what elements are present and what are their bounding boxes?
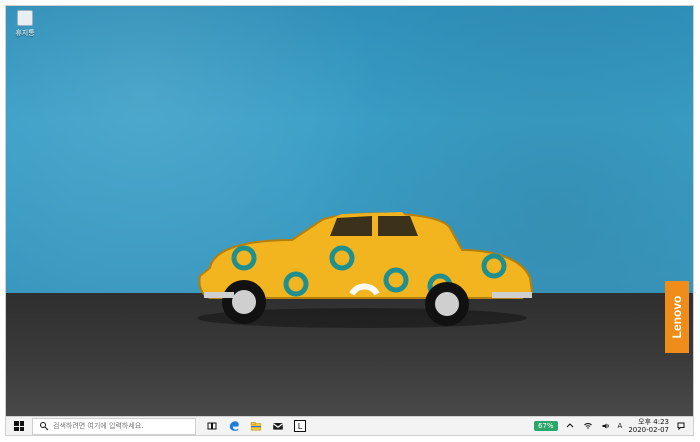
action-center-button[interactable] xyxy=(675,420,687,432)
window-frame: 휴지통 Lenovo 검색하려면 여기에 입력하세요. L 67% A 오후 4… xyxy=(0,0,700,442)
lenovo-badge: Lenovo xyxy=(665,281,689,353)
tray-overflow-button[interactable] xyxy=(564,420,576,432)
system-tray: 67% A 오후 4:23 2020-02-07 xyxy=(533,418,693,434)
lenovo-logo-text: Lenovo xyxy=(670,295,684,339)
network-button[interactable] xyxy=(582,420,594,432)
volume-button[interactable] xyxy=(600,420,612,432)
mail-icon xyxy=(272,423,284,430)
file-explorer-icon xyxy=(250,422,262,431)
taskbar: 검색하려면 여기에 입력하세요. L 67% A 오후 4:23 2020-02… xyxy=(6,416,693,435)
lenovo-vantage-button[interactable]: L xyxy=(294,420,306,432)
chevron-up-icon xyxy=(566,423,573,428)
clock-time: 오후 4:23 xyxy=(638,418,669,426)
ime-indicator[interactable]: A xyxy=(618,422,623,430)
start-button[interactable] xyxy=(6,417,32,436)
taskbar-search[interactable]: 검색하려면 여기에 입력하세요. xyxy=(32,417,196,435)
recycle-bin-shortcut[interactable]: 휴지통 xyxy=(13,10,37,44)
clock-date: 2020-02-07 xyxy=(628,426,669,434)
task-view-button[interactable] xyxy=(206,420,218,432)
task-view-icon xyxy=(207,422,217,430)
volume-icon xyxy=(602,423,609,429)
windows-logo-icon xyxy=(14,421,24,431)
recycle-bin-label: 휴지통 xyxy=(15,29,35,37)
search-icon xyxy=(40,422,49,431)
lenovo-vantage-label: L xyxy=(297,421,303,431)
network-icon xyxy=(583,423,592,429)
car-image xyxy=(197,212,534,328)
battery-indicator[interactable]: 67% xyxy=(533,421,558,431)
file-explorer-button[interactable] xyxy=(250,420,262,432)
desktop-screen: 휴지통 Lenovo 검색하려면 여기에 입력하세요. L 67% A 오후 4… xyxy=(5,5,694,436)
taskbar-clock[interactable]: 오후 4:23 2020-02-07 xyxy=(628,418,669,434)
notification-icon xyxy=(677,422,685,431)
lenovo-vantage-icon: L xyxy=(294,420,306,432)
pinned-apps: L xyxy=(206,420,306,432)
edge-icon xyxy=(229,421,239,431)
mail-button[interactable] xyxy=(272,420,284,432)
recycle-bin-icon xyxy=(17,10,33,26)
edge-button[interactable] xyxy=(228,420,240,432)
search-placeholder: 검색하려면 여기에 입력하세요. xyxy=(53,422,144,430)
